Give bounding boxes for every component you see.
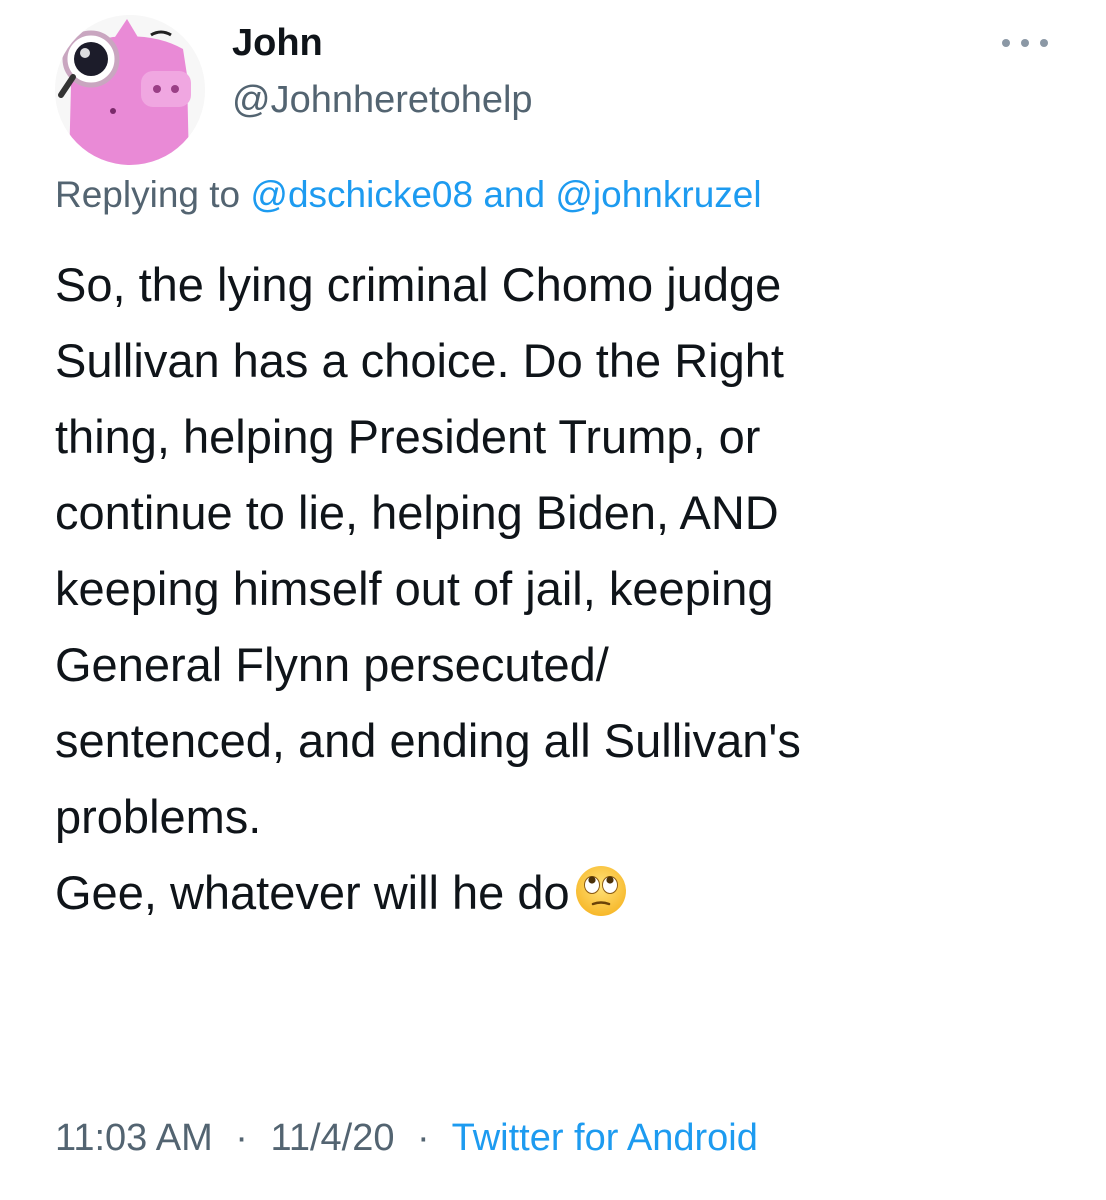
tweet-line: sentenced, and ending all Sullivan's xyxy=(55,714,801,767)
tweet-line: keeping himself out of jail, keeping xyxy=(55,562,774,615)
author-name[interactable]: John xyxy=(232,20,323,66)
tweet-card: John @Johnheretohelp Replying to @dschic… xyxy=(0,0,1106,1200)
tweet-line: General Flynn persecuted/ xyxy=(55,638,609,691)
tweet-line: thing, helping President Trump, or xyxy=(55,410,761,463)
tweet-line: Gee, whatever will he do xyxy=(55,866,570,919)
tweet-line: continue to lie, helping Biden, AND xyxy=(55,486,779,539)
author-handle[interactable]: @Johnheretohelp xyxy=(232,77,533,123)
meta-separator: · xyxy=(235,1117,248,1159)
more-dot xyxy=(1040,39,1048,47)
face-with-rolling-eyes-emoji xyxy=(575,866,626,916)
mention-link[interactable]: @johnkruzel xyxy=(555,174,761,215)
tweet-line: So, the lying criminal Chomo judge xyxy=(55,258,782,311)
more-dot xyxy=(1002,39,1010,47)
meta-separator: · xyxy=(417,1117,430,1159)
tweet-time[interactable]: 11:03 AM xyxy=(55,1117,213,1159)
tweet-meta: 11:03 AM · 11/4/20 · Twitter for Android xyxy=(55,1115,758,1161)
more-icon[interactable] xyxy=(1002,30,1048,56)
mention-link[interactable]: @dschicke08 xyxy=(250,174,473,215)
tweet-line: problems. xyxy=(55,790,262,843)
reply-context: Replying to @dschicke08 and @johnkruzel xyxy=(55,170,762,220)
avatar[interactable] xyxy=(55,15,205,165)
tweet-last-line: Gee, whatever will he do xyxy=(55,855,1075,931)
pig-avatar-icon xyxy=(55,15,205,165)
more-dot xyxy=(1021,39,1029,47)
tweet-source-link[interactable]: Twitter for Android xyxy=(452,1117,758,1159)
reply-prefix: Replying to xyxy=(55,174,241,215)
tweet-date[interactable]: 11/4/20 xyxy=(271,1117,395,1159)
tweet-text: So, the lying criminal Chomo judge Sulli… xyxy=(55,247,1075,931)
reply-joiner: and xyxy=(483,174,546,215)
tweet-line: Sullivan has a choice. Do the Right xyxy=(55,334,784,387)
